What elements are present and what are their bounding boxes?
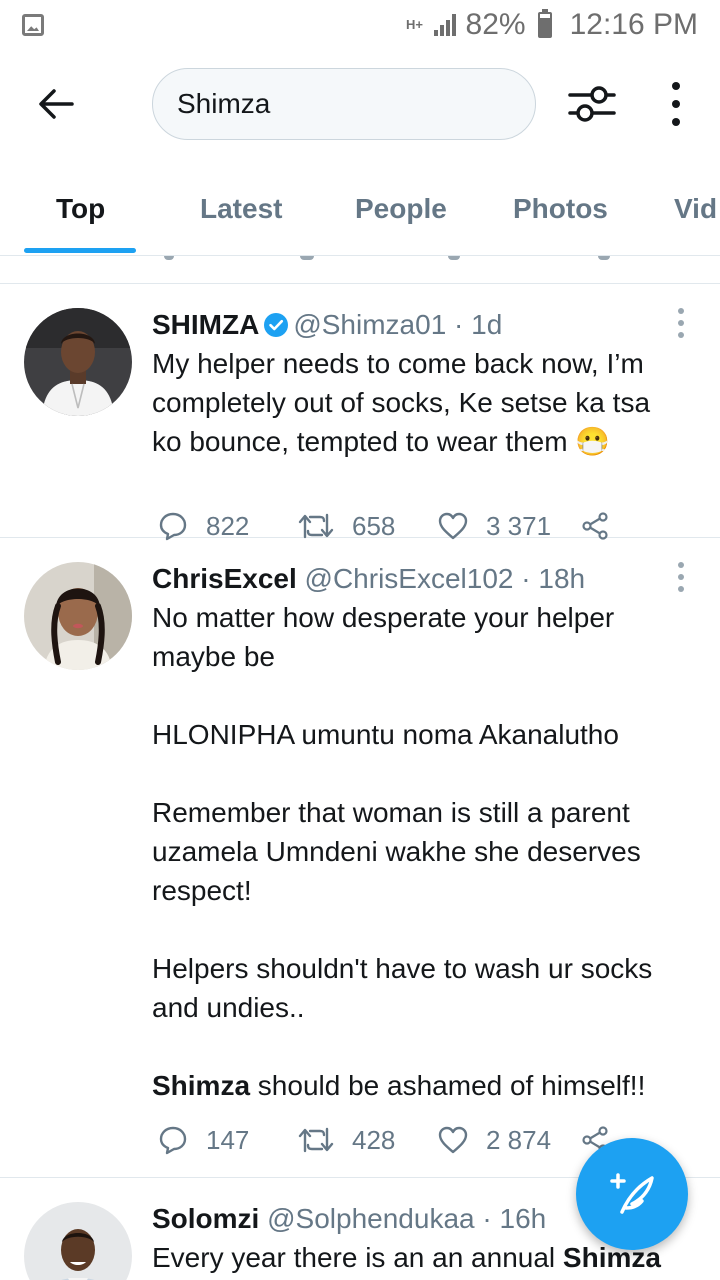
retweet-count: 428: [352, 1124, 396, 1155]
tweet-text-start: Every year there is an an annual: [152, 1242, 563, 1273]
battery-icon: [537, 9, 552, 38]
reply-count: 822: [206, 510, 250, 541]
heart-icon: [438, 1126, 468, 1154]
signal-strength-icon: [432, 12, 458, 38]
reply-icon: [159, 512, 187, 541]
tweet-time: · 16h: [482, 1203, 547, 1234]
tweet-content: SHIMZA @Shimza01 · 1d My helper needs to …: [152, 306, 680, 461]
arrow-left-icon: [39, 89, 74, 119]
avatar-chrisexcel[interactable]: [24, 562, 132, 670]
like-button[interactable]: 2 874: [438, 1120, 551, 1160]
author-handle: @Shimza01: [293, 309, 447, 340]
tweet-chrisexcel[interactable]: ChrisExcel @ChrisExcel102 · 18h No matte…: [0, 538, 720, 1178]
compose-tweet-button[interactable]: [576, 1138, 688, 1250]
tweet-options-button[interactable]: [676, 308, 686, 338]
sliders-icon: [568, 86, 616, 122]
gallery-notification-icon: [22, 14, 44, 36]
vertical-dots-icon: [678, 308, 684, 314]
author-name[interactable]: ChrisExcel: [152, 563, 297, 594]
back-button[interactable]: [28, 80, 84, 128]
tweet-time: · 1d: [454, 309, 503, 340]
tweet-text-line: should be ashamed of himself!!: [250, 1070, 646, 1101]
search-input[interactable]: Shimza: [152, 68, 536, 140]
vertical-dots-icon: [678, 562, 684, 568]
tweet-text-line: Helpers shouldn't have to wash ur socks …: [152, 953, 661, 1023]
battery-percent: 82%: [465, 8, 526, 41]
tab-photos[interactable]: Photos: [513, 160, 608, 255]
author-name[interactable]: Solomzi: [152, 1203, 259, 1234]
share-icon: [582, 512, 608, 540]
heart-icon: [438, 512, 468, 540]
search-term-highlight: Shimza: [152, 1070, 251, 1101]
tweet-shimza[interactable]: SHIMZA @Shimza01 · 1d My helper needs to …: [0, 284, 720, 541]
tweet-text: No matter how desperate your helper mayb…: [152, 598, 680, 1105]
tweet-text: Every year there is an an annual Shimza: [152, 1238, 680, 1277]
tab-people[interactable]: People: [355, 160, 447, 255]
search-filter-button[interactable]: [566, 78, 618, 130]
tweet-text-line: Remember that woman is still a parent uz…: [152, 797, 649, 906]
tab-top[interactable]: Top: [56, 160, 105, 255]
status-bar: H+ 82% 12:16 PM: [0, 0, 720, 50]
previous-tweet-actions-remnant: [0, 256, 720, 284]
like-count: 3 371: [486, 510, 552, 541]
network-type-icon: H+: [406, 17, 424, 32]
reply-button[interactable]: 147: [158, 1120, 249, 1160]
author-handle: @Solphendukaa: [267, 1203, 475, 1234]
tweet-header: ChrisExcel @ChrisExcel102 · 18h: [152, 560, 680, 598]
avatar-solomzi[interactable]: [24, 1202, 132, 1280]
search-tabs: Top Latest People Photos Vid: [0, 160, 720, 256]
compose-tweet-icon: [610, 1173, 654, 1214]
retweet-icon: [298, 1127, 334, 1153]
tweet-text: My helper needs to come back now, I’m co…: [152, 348, 658, 457]
author-name[interactable]: SHIMZA: [152, 309, 259, 340]
tab-videos[interactable]: Vid: [674, 160, 717, 255]
search-header: Shimza: [0, 50, 720, 160]
retweet-count: 658: [352, 510, 396, 541]
tweet-content: ChrisExcel @ChrisExcel102 · 18h No matte…: [152, 560, 680, 1105]
retweet-button[interactable]: 428: [298, 1120, 395, 1160]
tweet-options-button[interactable]: [676, 562, 686, 592]
verified-badge-icon: [264, 313, 289, 337]
tweet-text-line: HLONIPHA umuntu noma Akanalutho: [152, 719, 619, 750]
reply-count: 147: [206, 1124, 250, 1155]
author-handle: @ChrisExcel102: [304, 563, 514, 594]
vertical-dots-icon: [672, 82, 680, 90]
avatar-shimza[interactable]: [24, 308, 132, 416]
more-options-button[interactable]: [660, 82, 692, 126]
clock: 12:16 PM: [569, 8, 698, 41]
tweet-header: SHIMZA @Shimza01 · 1d: [152, 306, 680, 344]
retweet-icon: [298, 513, 334, 539]
status-right: H+ 82% 12:16 PM: [406, 8, 698, 42]
tweet-time: · 18h: [521, 563, 586, 594]
like-count: 2 874: [486, 1124, 552, 1155]
tab-latest[interactable]: Latest: [200, 160, 282, 255]
tweet-text-line: No matter how desperate your helper mayb…: [152, 602, 623, 672]
reply-icon: [159, 1126, 187, 1155]
tweet-feed[interactable]: SHIMZA @Shimza01 · 1d My helper needs to …: [0, 256, 720, 1280]
active-tab-indicator: [24, 248, 136, 253]
